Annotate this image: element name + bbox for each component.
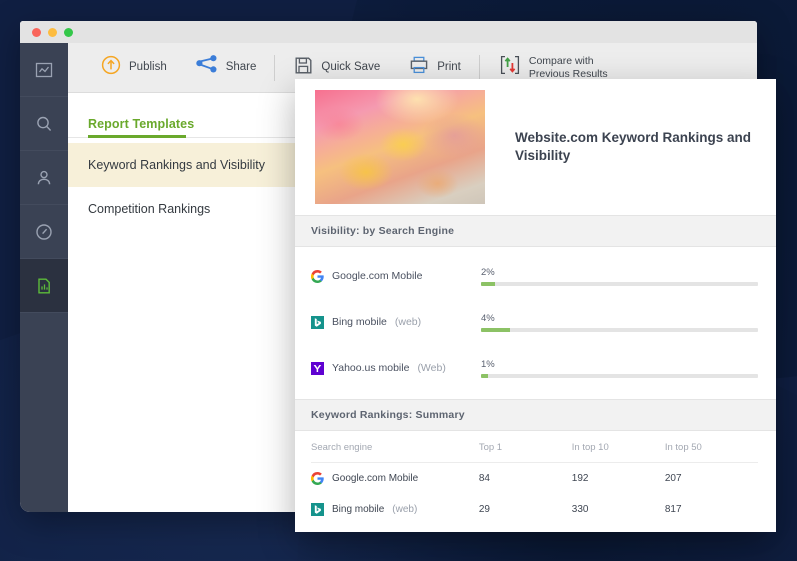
window-maximize-button[interactable] (64, 27, 73, 37)
summary-engine-sublabel: (web) (392, 504, 418, 515)
visibility-engine-sublabel: (web) (394, 316, 422, 328)
template-item-label: Competition Rankings (88, 202, 211, 216)
compare-label: Compare with Previous Results (529, 55, 608, 79)
window-minimize-button[interactable] (48, 27, 57, 37)
visibility-engine-name: Yahoo.us mobile (Web) (311, 361, 481, 375)
visibility-fill (481, 373, 489, 378)
summary-engine-cell: Google.com Mobile (310, 463, 479, 495)
keyword-rankings-summary-table: Search engine Top 1 In top 10 In top 50 (310, 431, 758, 533)
quick-save-label: Quick Save (321, 60, 381, 73)
sidebar-item-search[interactable] (20, 97, 68, 151)
report-templates-title: Report Templates (88, 117, 195, 131)
visibility-percent: 4% (481, 312, 495, 324)
visibility-engine-label: Bing mobile (332, 316, 387, 328)
share-button[interactable]: Share (181, 48, 271, 88)
report-preview-panel: Website.com Keyword Rankings and Visibil… (295, 79, 776, 532)
report-icon (34, 276, 54, 296)
floppy-disk-icon (293, 55, 314, 81)
visibility-meter: 1% (481, 359, 758, 378)
visibility-section-heading: Visibility: by Search Engine (295, 215, 776, 247)
summary-top50-value: 119 (665, 525, 758, 532)
table-row: Google.com Mobile 84 192 207 (310, 463, 758, 495)
summary-top50-value: 207 (664, 473, 682, 484)
visibility-meter: 2% (481, 267, 758, 286)
templates-active-underline (88, 135, 186, 138)
gauge-icon (34, 222, 54, 242)
visibility-fill (481, 281, 496, 286)
visibility-row-google: Google.com Mobile 2% (295, 253, 776, 299)
visibility-engine-name: Google.com Mobile (310, 269, 481, 283)
report-hero: Website.com Keyword Rankings and Visibil… (295, 79, 776, 215)
column-header-top-1: Top 1 (478, 431, 572, 463)
visibility-track (481, 281, 758, 286)
visibility-fill (481, 327, 510, 332)
google-badge-icon (310, 269, 324, 283)
table-row: Yahoo.us mobile (Web) 31 98 119 (311, 525, 758, 532)
visibility-engine-sublabel: (Web) (417, 362, 446, 374)
window-close-button[interactable] (32, 27, 41, 37)
summary-top1-value: 29 (478, 504, 490, 515)
share-label: Share (225, 60, 257, 73)
summary-top10-value: 98 (572, 525, 665, 532)
summary-top1-value: 31 (479, 525, 572, 532)
summary-section-heading: Keyword Rankings: Summary (295, 399, 776, 431)
summary-header-row: Search engine Top 1 In top 10 In top 50 (311, 431, 758, 463)
summary-engine-cell: Bing mobile (web) (311, 494, 479, 525)
visibility-row-yahoo: Yahoo.us mobile (Web) 1% (295, 345, 776, 391)
sidebar-item-dashboard[interactable] (20, 205, 68, 259)
column-header-in-top-10: In top 10 (571, 431, 665, 463)
visibility-engine-label: Yahoo.us mobile (332, 362, 410, 374)
google-badge-icon (310, 471, 324, 486)
summary-top50-value: 817 (664, 504, 682, 515)
summary-table-head: Search engine Top 1 In top 10 In top 50 (311, 431, 758, 463)
sidebar-item-account[interactable] (20, 151, 68, 205)
template-item-label: Keyword Rankings and Visibility (88, 158, 265, 172)
visibility-row-bing: Bing mobile (web) 4% (295, 299, 776, 345)
page-background: Publish Share Quick Save Print Compare w… (0, 0, 797, 561)
summary-top10-value: 330 (571, 504, 589, 515)
report-cover-image (315, 90, 485, 204)
yahoo-badge-icon (311, 361, 324, 375)
summary-top10-value: 192 (571, 473, 589, 484)
user-icon (34, 168, 54, 188)
sidebar-item-analytics[interactable] (20, 43, 68, 97)
visibility-list: Google.com Mobile 2% Bing mobile (web) 4… (295, 247, 776, 399)
sidebar-rail (20, 43, 68, 512)
column-header-search-engine: Search engine (311, 431, 479, 463)
publish-button[interactable]: Publish (86, 48, 181, 88)
sidebar-item-reports[interactable] (20, 259, 68, 313)
share-icon (195, 55, 219, 80)
visibility-track (481, 327, 758, 332)
search-icon (34, 114, 54, 134)
bing-badge-icon (311, 315, 324, 329)
compare-label-line2: Previous Results (528, 67, 608, 80)
printer-icon (408, 55, 430, 80)
chart-icon (34, 60, 54, 80)
compare-label-line1: Compare with (528, 55, 594, 68)
window-titlebar (20, 21, 757, 43)
report-title: Website.com Keyword Rankings and Visibil… (515, 130, 752, 163)
table-row: Bing mobile (web) 29 330 817 (311, 494, 758, 525)
toolbar-divider-1 (274, 54, 276, 81)
visibility-percent: 2% (481, 266, 495, 278)
summary-engine-label: Google.com Mobile (332, 473, 419, 484)
toolbar-divider-2 (478, 54, 480, 81)
column-header-in-top-50: In top 50 (664, 431, 758, 463)
visibility-meter: 4% (481, 313, 758, 332)
visibility-track (481, 373, 758, 378)
compare-arrows-icon (498, 53, 522, 82)
summary-engine-cell: Yahoo.us mobile (Web) (311, 525, 479, 532)
visibility-percent: 1% (481, 358, 495, 370)
visibility-engine-name: Bing mobile (web) (311, 315, 481, 329)
publish-icon (100, 54, 122, 81)
summary-table-body: Google.com Mobile 84 192 207 Bing mobile… (310, 463, 758, 533)
print-label: Print (437, 60, 461, 73)
summary-table-wrapper: Search engine Top 1 In top 10 In top 50 (295, 431, 776, 532)
publish-label: Publish (129, 60, 167, 73)
bing-badge-icon (311, 503, 324, 516)
visibility-engine-label: Google.com Mobile (332, 270, 423, 282)
summary-engine-label: Bing mobile (332, 504, 385, 515)
summary-top1-value: 84 (478, 473, 490, 484)
